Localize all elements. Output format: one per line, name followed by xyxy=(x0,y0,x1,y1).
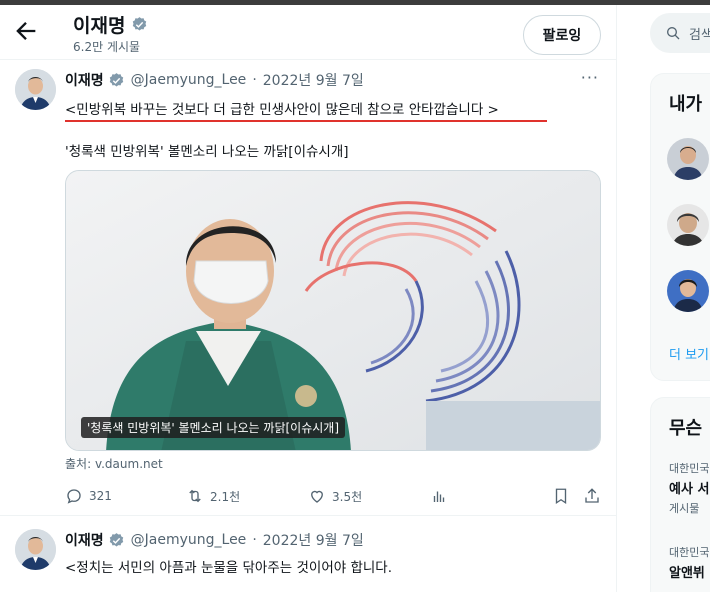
author-handle[interactable]: @Jaemyung_Lee xyxy=(131,72,247,88)
reply-icon xyxy=(67,489,81,504)
link-source[interactable]: 출처: v.daum.net xyxy=(65,455,163,472)
trend-name[interactable]: 알앤뷔 xyxy=(669,562,705,581)
tweet[interactable]: 이재명 @Jaemyung_Lee · 2022년 9월 7일 ··· <민방위… xyxy=(0,59,616,515)
card-caption: '청록색 민방위복' 볼멘소리 나오는 까닭[이슈시개] xyxy=(81,417,346,438)
link-card-title[interactable]: '청록색 민방위복' 볼멘소리 나오는 까닭[이슈시개] xyxy=(65,140,349,160)
following-button[interactable]: 팔로잉 xyxy=(523,15,601,55)
heart-icon xyxy=(311,490,323,503)
tweet-text: <민방위복 바꾸는 것보다 더 급한 민생사안이 많은데 참으로 안타깝습니다 … xyxy=(65,102,499,118)
back-arrow-icon[interactable] xyxy=(12,17,40,45)
bookmark-icon xyxy=(555,488,567,505)
avatar[interactable] xyxy=(15,69,56,110)
author-name[interactable]: 이재명 xyxy=(65,70,104,90)
meta-separator: · xyxy=(252,532,257,548)
search-input[interactable]: 검색 xyxy=(689,24,710,43)
trend-category: 대한민국 xyxy=(669,462,710,475)
reply-count: 321 xyxy=(89,489,112,503)
more-options-icon[interactable]: ··· xyxy=(581,68,599,87)
profile-name-row: 이재명 xyxy=(73,11,148,38)
red-underline-annotation xyxy=(65,120,547,122)
verified-badge-icon xyxy=(109,532,123,547)
who-to-follow-panel: 내가 더 보기 xyxy=(650,73,710,381)
verified-badge-icon xyxy=(109,72,123,87)
search-icon xyxy=(667,27,680,40)
suggested-user-avatar[interactable] xyxy=(667,138,709,180)
views-action[interactable] xyxy=(430,484,448,508)
tweet[interactable]: 이재명 @Jaemyung_Lee · 2022년 9월 7일 <정치는 서민의… xyxy=(0,515,616,592)
verified-badge-icon xyxy=(133,17,147,31)
news-photo xyxy=(66,171,600,450)
trends-panel: 무슨 대한민국 예사 서 게시물 대한민국 알앤뷔 xyxy=(650,397,710,592)
tweet-text: <정치는 서민의 아픔과 눈물을 닦아주는 것이어야 합니다. xyxy=(65,560,393,576)
tweet-date[interactable]: 2022년 9월 7일 xyxy=(263,70,364,90)
reply-action[interactable]: 321 xyxy=(65,484,112,508)
share-icon xyxy=(585,488,599,503)
trend-category: 게시물 xyxy=(669,502,700,515)
tweet-date[interactable]: 2022년 9월 7일 xyxy=(263,530,364,550)
tweet-meta: 이재명 @Jaemyung_Lee · 2022년 9월 7일 xyxy=(65,70,364,90)
like-action[interactable]: 3.5천 xyxy=(308,484,362,508)
right-sidebar: 검색 내가 더 보기 무슨 대한민국 예사 서 게시물 대한민국 알앤뷔 xyxy=(618,5,710,592)
tweet-meta: 이재명 @Jaemyung_Lee · 2022년 9월 7일 xyxy=(65,530,364,550)
retweet-action[interactable]: 2.1천 xyxy=(186,484,240,508)
meta-separator: · xyxy=(252,72,257,88)
like-count: 3.5천 xyxy=(332,489,363,504)
retweet-icon xyxy=(189,489,201,503)
avatar[interactable] xyxy=(15,529,56,570)
show-more-link[interactable]: 더 보기 xyxy=(669,344,709,363)
trend-category: 대한민국 xyxy=(669,546,710,559)
trends-title: 무슨 xyxy=(669,418,703,439)
bookmark-action[interactable] xyxy=(552,484,570,508)
analytics-icon xyxy=(433,491,445,502)
suggested-user-avatar[interactable] xyxy=(667,270,709,312)
who-to-follow-title: 내가 xyxy=(669,94,703,115)
profile-header: 이재명 6.2만 게시물 팔로잉 xyxy=(0,5,616,59)
tweet-actions: 321 2.1천 3.5천 xyxy=(65,484,605,508)
search-box[interactable]: 검색 xyxy=(650,13,710,53)
author-name[interactable]: 이재명 xyxy=(65,530,104,550)
author-handle[interactable]: @Jaemyung_Lee xyxy=(131,532,247,548)
main-column: 이재명 6.2만 게시물 팔로잉 이재명 @Jaemyung_Lee · 202… xyxy=(0,5,617,592)
link-card-image[interactable]: '청록색 민방위복' 볼멘소리 나오는 까닭[이슈시개] xyxy=(65,170,601,451)
retweet-count: 2.1천 xyxy=(210,489,241,504)
post-count: 6.2만 게시물 xyxy=(73,40,141,54)
share-action[interactable] xyxy=(583,484,601,508)
profile-name: 이재명 xyxy=(73,15,126,37)
suggested-user-avatar[interactable] xyxy=(667,204,709,246)
trend-name[interactable]: 예사 서 xyxy=(669,478,709,497)
